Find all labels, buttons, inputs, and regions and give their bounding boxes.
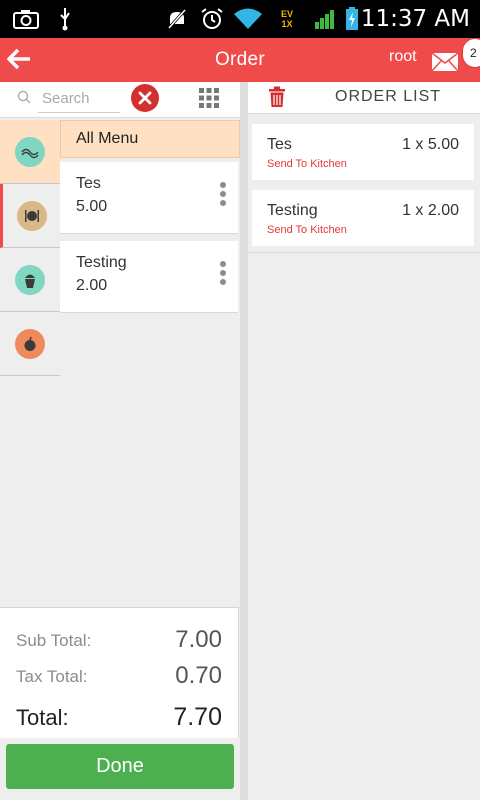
order-item[interactable]: Tes 1 x 5.00 Send To Kitchen bbox=[252, 124, 474, 180]
close-icon bbox=[138, 91, 152, 105]
order-item-name: Testing bbox=[267, 202, 318, 219]
mail-icon[interactable] bbox=[431, 52, 459, 72]
network-type: EV 1X bbox=[280, 9, 293, 29]
wifi-icon bbox=[233, 7, 263, 31]
tax-total-label: Tax Total: bbox=[16, 667, 88, 686]
panel-divider bbox=[240, 82, 248, 800]
screenshot-icon bbox=[12, 7, 40, 31]
status-bar: EV 1X 11:37 AM bbox=[0, 0, 480, 38]
search-input[interactable] bbox=[38, 85, 120, 113]
menu-item[interactable]: Tes 5.00 bbox=[60, 162, 238, 234]
done-button[interactable]: Done bbox=[6, 744, 234, 789]
notification-badge[interactable]: 2 bbox=[462, 38, 480, 68]
cutlery-icon bbox=[16, 200, 47, 231]
trash-icon[interactable] bbox=[268, 86, 286, 108]
grid-view-icon[interactable] bbox=[198, 87, 220, 109]
total-label: Total: bbox=[16, 705, 69, 730]
order-panel: ORDER LIST Tes 1 x 5.00 Send To Kitchen … bbox=[248, 82, 480, 800]
order-item-qty: 1 x 2.00 bbox=[402, 202, 459, 219]
menu-item-name: Tes bbox=[76, 175, 101, 192]
alarm-icon bbox=[199, 7, 225, 31]
clock: 11:37 AM bbox=[360, 6, 470, 32]
sub-total-value: 7.00 bbox=[175, 626, 222, 653]
order-item-name: Tes bbox=[267, 136, 292, 153]
search-icon bbox=[17, 90, 33, 106]
menu-items: All Menu Tes 5.00 Testing 2.00 bbox=[60, 120, 240, 313]
category-item-cutlery[interactable] bbox=[0, 184, 60, 248]
sub-total-label: Sub Total: bbox=[16, 631, 92, 650]
app-bar: Order root bbox=[0, 38, 480, 82]
menu-item-price: 2.00 bbox=[76, 277, 108, 294]
tax-total-value: 0.70 bbox=[175, 662, 222, 689]
menu-panel: All Menu Tes 5.00 Testing 2.00 Sub Total… bbox=[0, 82, 240, 800]
category-list bbox=[0, 120, 60, 376]
order-item-status: Send To Kitchen bbox=[267, 224, 347, 236]
cupcake-icon bbox=[15, 264, 45, 295]
user-name[interactable]: root bbox=[389, 48, 417, 66]
divider bbox=[248, 252, 480, 253]
order-item-status: Send To Kitchen bbox=[267, 158, 347, 170]
order-header: ORDER LIST bbox=[248, 82, 480, 114]
usb-icon bbox=[55, 7, 75, 31]
signal-icon bbox=[313, 7, 337, 31]
more-vert-icon[interactable] bbox=[220, 182, 228, 210]
order-list: Tes 1 x 5.00 Send To Kitchen Testing 1 x… bbox=[252, 124, 474, 256]
order-item-qty: 1 x 5.00 bbox=[402, 136, 459, 153]
menu-item-price: 5.00 bbox=[76, 198, 108, 215]
totals-panel: Sub Total: 7.00 Tax Total: 0.70 Total: 7… bbox=[0, 607, 239, 738]
clear-search-button[interactable] bbox=[131, 84, 159, 112]
order-list-title: ORDER LIST bbox=[335, 88, 442, 105]
category-item-apple[interactable] bbox=[0, 312, 60, 376]
menu-item-name: Testing bbox=[76, 254, 127, 271]
battery-charging-icon bbox=[343, 7, 361, 31]
all-menu-tab[interactable]: All Menu bbox=[60, 120, 240, 158]
more-vert-icon[interactable] bbox=[220, 261, 228, 289]
mute-icon bbox=[165, 7, 189, 31]
apple-icon bbox=[15, 328, 45, 359]
menu-item[interactable]: Testing 2.00 bbox=[60, 241, 238, 313]
category-item-cupcake[interactable] bbox=[0, 248, 60, 312]
noodles-icon bbox=[15, 136, 45, 167]
order-item[interactable]: Testing 1 x 2.00 Send To Kitchen bbox=[252, 190, 474, 246]
category-item-noodles[interactable] bbox=[0, 120, 60, 184]
search-bar bbox=[0, 82, 240, 118]
total-value: 7.70 bbox=[173, 703, 222, 731]
